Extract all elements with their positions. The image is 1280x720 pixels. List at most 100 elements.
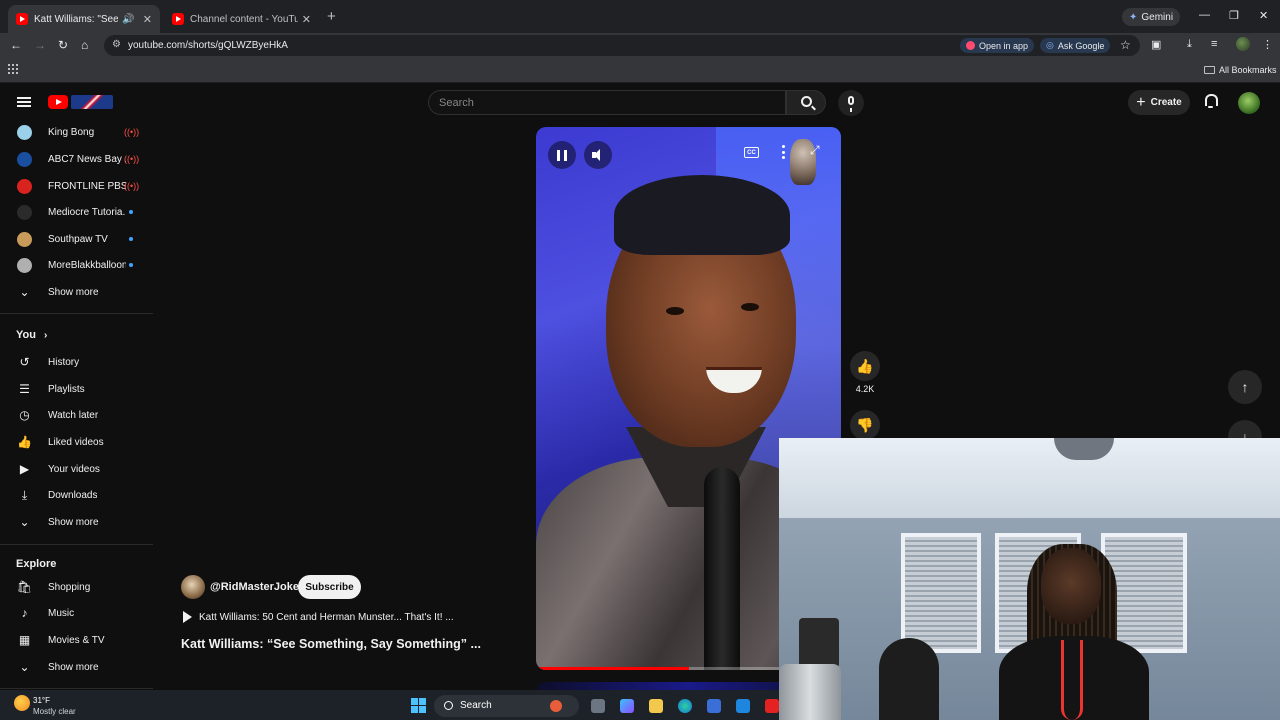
- apps-grid-icon[interactable]: [8, 64, 18, 74]
- sidebar-item-movies-tv[interactable]: ▦ Movies & TV: [0, 627, 153, 653]
- weather-moon-icon[interactable]: [14, 695, 30, 711]
- bookmarks-bar: All Bookmarks: [0, 58, 1280, 83]
- url-text[interactable]: youtube.com/shorts/gQLWZByeHkA: [128, 40, 288, 51]
- new-tab-button[interactable]: +: [327, 8, 336, 25]
- voice-search-button[interactable]: [838, 90, 864, 116]
- you-section-heading[interactable]: You ›: [16, 329, 47, 341]
- volume-icon: [592, 149, 604, 161]
- channel-avatar[interactable]: [181, 575, 205, 599]
- show-more-label: Show more: [48, 286, 99, 298]
- sidebar-subscription[interactable]: MoreBlakkballoon: [0, 252, 153, 278]
- sidebar-item-label: Watch later: [48, 409, 99, 421]
- youtube-app-icon[interactable]: [765, 699, 779, 713]
- sidebar-item-liked-videos[interactable]: 👍 Liked videos: [0, 429, 153, 455]
- thumb-down-icon: 👎: [856, 416, 874, 433]
- related-video-link[interactable]: Katt Williams: 50 Cent and Herman Munste…: [183, 611, 454, 623]
- channel-avatar: [17, 231, 32, 247]
- short-title[interactable]: Katt Williams: “See Something, Say Somet…: [181, 637, 481, 651]
- edge-browser-icon[interactable]: [678, 699, 692, 713]
- sidebar-item-music[interactable]: ♪ Music: [0, 600, 153, 626]
- channel-avatar: [17, 204, 32, 220]
- sidebar-show-more-subscriptions[interactable]: ⌄ Show more: [0, 279, 153, 305]
- webcam-lanyard: [1061, 640, 1083, 720]
- close-tab-icon[interactable]: ✕: [302, 13, 311, 26]
- bookmark-star-icon[interactable]: ☆: [1120, 38, 1131, 52]
- downloads-icon[interactable]: ⤓: [1187, 38, 1192, 51]
- speaker-icon[interactable]: 🔊: [122, 14, 134, 25]
- dislike-button[interactable]: 👎: [850, 410, 880, 440]
- open-in-app-button[interactable]: Open in app: [960, 38, 1035, 53]
- restore-icon[interactable]: ❐: [1229, 9, 1239, 22]
- tab-search-icon[interactable]: ▣: [1151, 38, 1161, 51]
- account-avatar[interactable]: [1238, 92, 1260, 114]
- sidebar-show-more-you[interactable]: ⌄ Show more: [0, 509, 153, 535]
- sidebar-item-history[interactable]: ↺ History: [0, 349, 153, 375]
- sidebar-item-label: Movies & TV: [48, 634, 105, 646]
- profile-avatar[interactable]: [1236, 37, 1250, 51]
- ask-google-button[interactable]: ◎ Ask Google: [1040, 38, 1111, 53]
- sidebar-subscription[interactable]: King Bong ((•)): [0, 119, 153, 145]
- forward-icon[interactable]: →: [34, 38, 46, 52]
- mail-icon[interactable]: [736, 699, 750, 713]
- webcam-jar: [779, 664, 841, 720]
- close-tab-icon[interactable]: ✕: [143, 13, 152, 26]
- microphone-icon: [848, 96, 854, 112]
- all-bookmarks-button[interactable]: All Bookmarks: [1204, 65, 1277, 75]
- sidebar-item-watch-later[interactable]: ◷ Watch later: [0, 402, 153, 428]
- sidebar-subscription[interactable]: FRONTLINE PBS ... ((•)): [0, 173, 153, 199]
- youtube-header: + Create: [0, 84, 1280, 122]
- more-options-icon[interactable]: [782, 145, 785, 159]
- hamburger-menu-icon[interactable]: [17, 97, 31, 107]
- previous-short-button[interactable]: ↑: [1228, 370, 1262, 404]
- search-button[interactable]: [786, 90, 826, 115]
- sidebar-item-downloads[interactable]: ⤓ Downloads: [0, 482, 153, 508]
- close-window-icon[interactable]: ✕: [1259, 9, 1268, 22]
- sidebar-item-shopping[interactable]: 🛍 Shopping: [0, 574, 153, 600]
- site-info-icon[interactable]: ⚙: [112, 39, 121, 50]
- sidebar-subscription[interactable]: Southpaw TV: [0, 226, 153, 252]
- channel-handle[interactable]: @RidMasterJoke: [210, 581, 299, 593]
- tab-inactive[interactable]: Channel content - YouTube Stu ✕: [164, 5, 319, 33]
- sidebar: King Bong ((•)) ABC7 News Bay ... ((•)) …: [0, 122, 153, 690]
- subscribe-button[interactable]: Subscribe: [298, 575, 361, 599]
- sidebar-divider: [0, 544, 153, 545]
- sidebar-item-label: Shopping: [48, 581, 91, 593]
- sidebar-item-label: Downloads: [48, 489, 98, 501]
- menu-icon[interactable]: ⋮: [1262, 38, 1273, 51]
- search-icon: [444, 701, 453, 710]
- pause-button[interactable]: [548, 141, 576, 169]
- sidebar-show-more-explore[interactable]: ⌄ Show more: [0, 654, 153, 680]
- store-icon[interactable]: [707, 699, 721, 713]
- volume-button[interactable]: [584, 141, 612, 169]
- create-button[interactable]: + Create: [1128, 90, 1190, 115]
- search-input[interactable]: [439, 97, 769, 109]
- windows-taskbar: 31°F Mostly clear Search: [0, 690, 779, 720]
- sidebar-item-playlists[interactable]: ☰ Playlists: [0, 376, 153, 402]
- copilot-icon[interactable]: [620, 699, 634, 713]
- sidebar-item-your-videos[interactable]: ▶ Your videos: [0, 456, 153, 482]
- windows-start-icon[interactable]: [411, 698, 426, 713]
- youtube-favicon-icon: [16, 13, 28, 25]
- live-icon: ((•)): [124, 127, 140, 137]
- youtube-logo[interactable]: [48, 95, 68, 109]
- media-controls-icon[interactable]: ≡: [1211, 38, 1217, 50]
- captions-button[interactable]: CC: [744, 147, 759, 158]
- address-bar[interactable]: ⚙ youtube.com/shorts/gQLWZByeHkA Open in…: [104, 35, 1140, 56]
- reload-icon[interactable]: ↻: [58, 38, 68, 52]
- gemini-button[interactable]: ✦ Gemini: [1122, 8, 1181, 26]
- notifications-bell-icon[interactable]: [1204, 94, 1218, 108]
- tab-active[interactable]: Katt Williams: "See Someth 🔊 ✕: [8, 5, 160, 33]
- taskbar-search[interactable]: Search: [434, 695, 579, 717]
- weather-temperature[interactable]: 31°F: [33, 696, 50, 705]
- sidebar-item-label: Playlists: [48, 383, 85, 395]
- task-view-icon[interactable]: [591, 699, 605, 713]
- sidebar-subscription[interactable]: ABC7 News Bay ... ((•)): [0, 146, 153, 172]
- minimize-icon[interactable]: —: [1199, 9, 1210, 21]
- file-explorer-icon[interactable]: [649, 699, 663, 713]
- sidebar-subscription[interactable]: Mediocre Tutoria...: [0, 199, 153, 225]
- back-icon[interactable]: ←: [10, 38, 22, 52]
- home-icon[interactable]: ⌂: [81, 38, 88, 52]
- like-button[interactable]: 👍: [850, 351, 880, 381]
- fullscreen-expand-icon[interactable]: ⤢: [810, 143, 820, 158]
- weather-condition[interactable]: Mostly clear: [33, 707, 76, 716]
